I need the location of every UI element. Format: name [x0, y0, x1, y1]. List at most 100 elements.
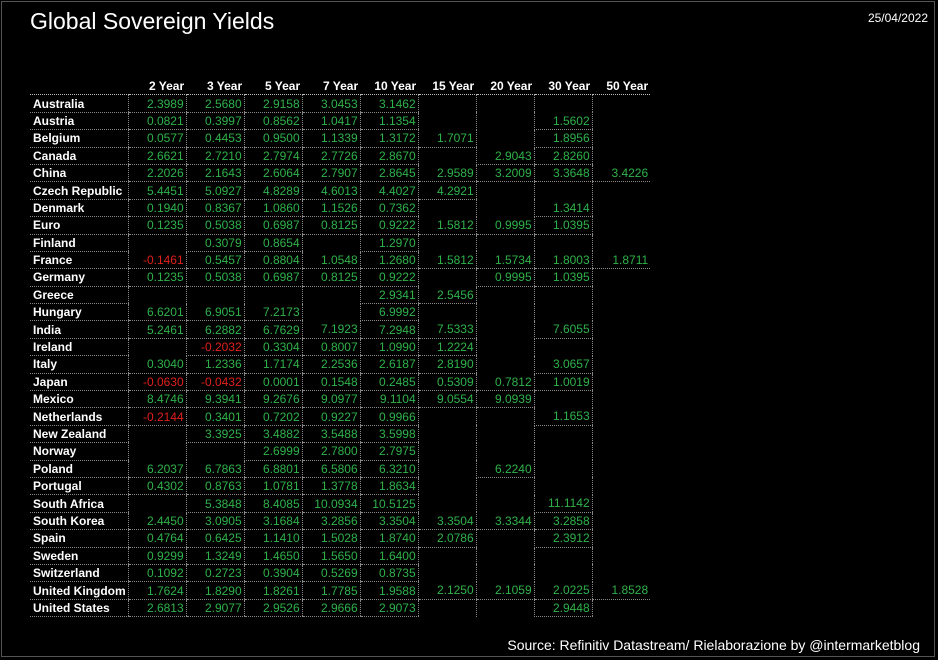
yield-cell: 0.7202	[243, 407, 303, 426]
yield-cell: 1.8290	[185, 581, 245, 600]
yield-cell: 2.3912	[533, 529, 593, 548]
yield-cell: 2.9158	[243, 94, 303, 113]
yield-cell: 0.8804	[243, 251, 303, 270]
table-row: South Korea 2.4450 3.0905 3.1684 3.2856 3.350…	[30, 512, 651, 531]
yield-cell	[127, 338, 187, 356]
table-row: Portugal 0.4302 0.8763 1.0781 1.3778 1.8634	[30, 477, 651, 496]
yield-cell	[533, 390, 593, 408]
yield-cell: 0.1092	[127, 564, 187, 583]
yield-cell: 0.5269	[301, 564, 361, 583]
yield-cell	[475, 199, 535, 217]
table-row: Canada 2.6621 2.7210 2.7974 2.7726 2.8670 2.90…	[30, 147, 651, 165]
yield-cell: 6.8801	[243, 460, 303, 478]
yield-cell: 1.5650	[301, 547, 361, 565]
table-row: Norway 2.6999 2.7800 2.7975	[30, 442, 651, 461]
date-label: 25/04/2022	[867, 11, 928, 25]
yield-cell: 1.5602	[533, 112, 593, 131]
country-label: Germany	[30, 268, 129, 287]
yield-cell: 3.2858	[533, 512, 593, 531]
yield-cell	[533, 425, 593, 443]
yield-cell: 0.1235	[127, 216, 187, 235]
yield-cell	[591, 268, 651, 287]
yield-cell: 0.9222	[359, 216, 419, 235]
table-row: India 5.2461 6.2882 6.7629 7.1923 7.2948 7.533…	[30, 320, 651, 339]
yield-cell	[127, 442, 187, 461]
source-note: Source: Refinitiv Datastream/ Rielaboraz…	[507, 637, 920, 653]
yield-cell: 0.2485	[359, 373, 419, 392]
country-label: India	[30, 320, 129, 339]
yield-cell: 0.4453	[185, 129, 245, 148]
yield-cell	[591, 529, 651, 548]
yield-cell	[185, 442, 245, 461]
yield-cell	[591, 425, 651, 443]
country-label: Australia	[30, 94, 129, 113]
yield-cell	[417, 564, 477, 582]
column-header: 5 Year	[244, 78, 303, 96]
yield-cell: 2.6813	[127, 599, 187, 618]
yield-cell: 1.2680	[359, 251, 419, 270]
yield-cell: 3.0453	[301, 94, 361, 113]
table-row: Denmark 0.1940 0.8367 1.0860 1.1526 0.7362 1.3…	[30, 199, 651, 218]
yield-cell: 2.6064	[243, 164, 303, 183]
yield-cell: 1.3249	[185, 547, 245, 565]
yield-cell: 0.6987	[243, 268, 303, 287]
yield-cell: 6.7863	[185, 460, 245, 478]
yield-cell	[475, 286, 535, 304]
column-header: 10 Year	[360, 78, 419, 96]
yield-cell: -0.2144	[127, 407, 187, 426]
yield-cell	[591, 460, 651, 478]
table-row: France -0.1461 0.5457 0.8804 1.0548 1.2680 1.5…	[30, 251, 651, 270]
yield-cell: 5.3848	[185, 494, 245, 513]
yield-cell: 0.3079	[185, 234, 245, 252]
yield-cell	[301, 303, 361, 321]
yield-cell	[417, 303, 477, 321]
yield-cell	[475, 407, 535, 426]
yield-cell: 0.8763	[185, 477, 245, 496]
yield-cell: 1.2336	[185, 355, 245, 374]
yield-cell	[591, 147, 651, 165]
yield-cell: 1.8528	[591, 581, 651, 600]
table-row: Austria 0.0821 0.3997 0.8562 1.0417 1.1354 1.5…	[30, 112, 651, 131]
yield-cell: 0.9299	[127, 547, 187, 565]
yield-cell: 3.2009	[475, 164, 535, 183]
yield-cell: 2.9341	[359, 286, 419, 305]
column-header: 50 Year	[592, 78, 651, 96]
yield-cell: 2.9073	[359, 599, 419, 618]
yield-cell	[591, 286, 651, 304]
yield-cell: 3.3648	[533, 164, 593, 183]
yield-cell	[475, 303, 535, 321]
yield-cell: 1.0990	[359, 338, 419, 357]
yield-cell	[475, 234, 535, 252]
yield-cell: 0.8735	[359, 564, 419, 583]
yield-cell: 1.5812	[417, 216, 477, 235]
country-label: Euro	[30, 216, 129, 235]
table-row: Italy 0.3040 1.2336 1.7174 2.2536 2.6187 2.819…	[30, 355, 651, 374]
country-label: New Zealand	[30, 425, 129, 444]
yield-cell	[533, 442, 593, 461]
yield-cell: 10.5125	[359, 494, 419, 513]
yield-cell: 2.7975	[359, 442, 419, 461]
yield-cell	[591, 94, 651, 113]
yield-cell: 1.8956	[533, 129, 593, 148]
yield-cell: 0.8125	[301, 216, 361, 235]
yield-cell	[417, 234, 477, 252]
yield-cell	[475, 547, 535, 565]
yield-cell: 1.1526	[301, 199, 361, 218]
country-label: Sweden	[30, 547, 129, 565]
yield-cell: 7.2173	[243, 303, 303, 322]
yield-cell: 4.2921	[417, 181, 477, 200]
yield-cell: 2.9526	[243, 599, 303, 618]
yield-cell: 9.0939	[475, 390, 535, 409]
yield-cell: 3.3344	[475, 512, 535, 531]
yield-cell: 8.4085	[243, 494, 303, 513]
yield-cell: 0.4302	[127, 477, 187, 496]
table-row: Germany 0.1235 0.5038 0.6987 0.8125 0.9222 0.9…	[30, 268, 651, 287]
yield-cell: 2.1643	[185, 164, 245, 183]
yield-cell: 6.3210	[359, 460, 419, 478]
yield-cell	[301, 286, 361, 304]
yield-cell	[591, 216, 651, 235]
corner-cell	[30, 78, 129, 96]
country-label: Hungary	[30, 303, 129, 322]
yield-cell: 9.1104	[359, 390, 419, 409]
table-row: Poland 6.2037 6.7863 6.8801 6.5806 6.3210 6.22…	[30, 460, 651, 478]
